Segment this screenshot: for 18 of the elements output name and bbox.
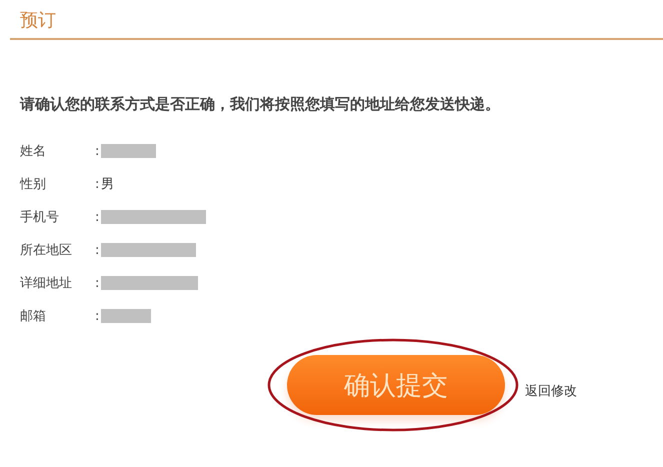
page-title: 预订 (20, 10, 56, 31)
back-link[interactable]: 返回修改 (525, 382, 577, 400)
colon: : (95, 276, 100, 290)
instruction-text: 请确认您的联系方式是否正确，我们将按照您填写的地址给您发送快递。 (20, 94, 501, 114)
redacted-value-bar (101, 309, 151, 323)
field-label: 姓名 (20, 143, 47, 160)
colon: : (95, 144, 100, 158)
colon: : (95, 210, 100, 224)
colon: : (95, 242, 100, 258)
field-value: 男 (101, 176, 114, 193)
field-label: 手机号 (20, 209, 60, 226)
colon: : (95, 308, 100, 324)
field-label: 邮箱 (20, 308, 47, 325)
field-label: 详细地址 (20, 275, 73, 292)
field-label: 所在地区 (20, 242, 73, 259)
redacted-value-bar (101, 144, 156, 158)
field-label: 性别 (20, 176, 47, 193)
colon: : (95, 176, 100, 192)
